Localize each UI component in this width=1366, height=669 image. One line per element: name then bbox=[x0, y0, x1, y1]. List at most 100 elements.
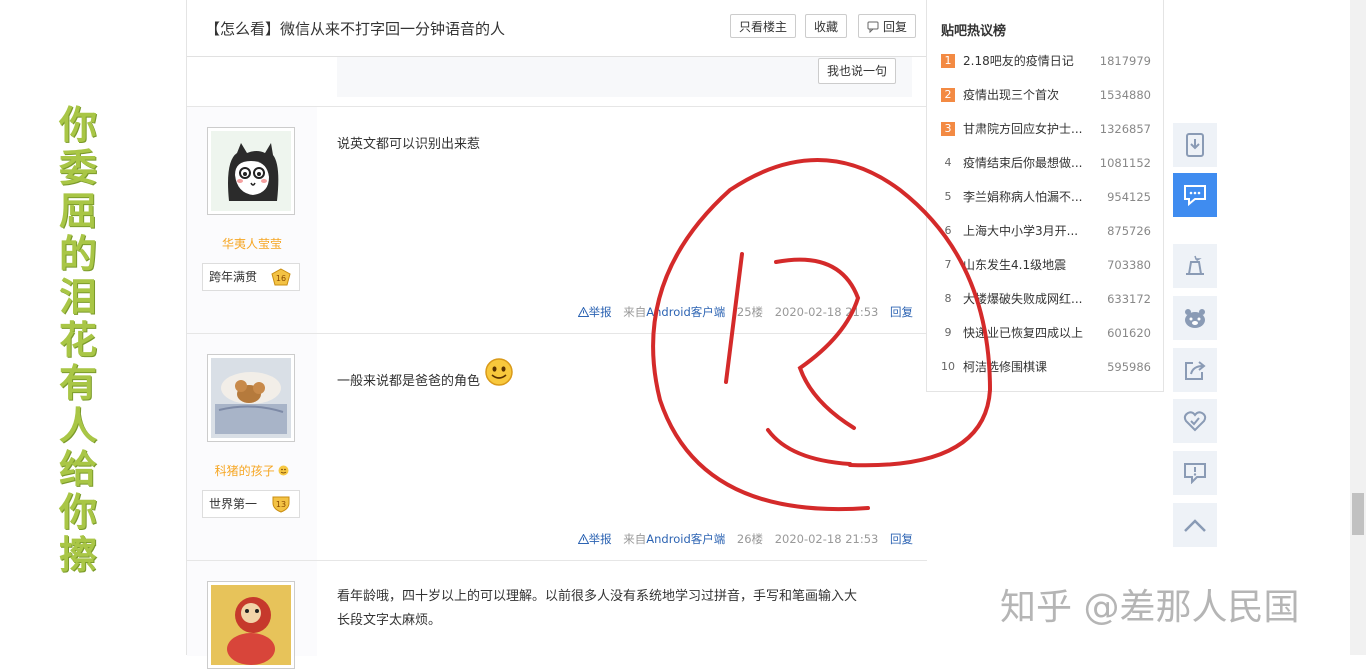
favorite-button[interactable]: 收藏 bbox=[805, 14, 848, 38]
hot-rank: 6 bbox=[944, 224, 952, 237]
post-text: 一般来说都是爸爸的角色 bbox=[337, 374, 481, 389]
hot-rank: 10 bbox=[941, 360, 955, 373]
avatar[interactable] bbox=[207, 127, 295, 215]
post-author-column: 华夷人莹莹 跨年满贯 16 bbox=[187, 107, 317, 334]
hot-list-item[interactable]: 4 疫情结束后你最想做... 1081152 bbox=[941, 154, 1152, 174]
member-badge: 世界第一 13 bbox=[202, 490, 300, 518]
report-float-button[interactable] bbox=[1173, 451, 1217, 495]
comment-float-button[interactable] bbox=[1173, 173, 1217, 217]
username-label: 科猪的孩子 bbox=[214, 464, 275, 478]
post-reply-link[interactable]: 回复 bbox=[890, 305, 913, 319]
share-button[interactable] bbox=[1173, 348, 1217, 392]
magic-tool-button[interactable] bbox=[1173, 244, 1217, 288]
hot-topic-text[interactable]: 甘肃院方回应女护士... bbox=[963, 120, 1082, 138]
source-link[interactable]: Android客户端 bbox=[646, 305, 725, 319]
level-number: 16 bbox=[276, 274, 286, 283]
hot-count: 1326857 bbox=[1099, 122, 1151, 136]
hot-list-item[interactable]: 8 大楼爆破失败成网红... 633172 bbox=[941, 290, 1152, 310]
hot-list-item[interactable]: 6 上海大中小学3月开... 875726 bbox=[941, 222, 1152, 242]
thread-header: 【怎么看】微信从来不打字回一分钟语音的人 只看楼主 收藏 回复 bbox=[187, 0, 927, 57]
badge-label: 跨年满贯 bbox=[209, 270, 258, 284]
hot-topic-text[interactable]: 李兰娟称病人怕漏不... bbox=[963, 188, 1082, 206]
post-time: 2020-02-18 21:53 bbox=[774, 305, 879, 319]
report-link[interactable]: 举报 bbox=[577, 532, 616, 546]
floor-number: 26楼 bbox=[736, 532, 764, 546]
post-author-column: 科猪的孩子 世界第一 13 bbox=[187, 334, 317, 561]
hot-list-item[interactable]: 5 李兰娟称病人怕漏不... 954125 bbox=[941, 188, 1152, 208]
share-icon bbox=[1185, 361, 1206, 380]
hot-topic-text[interactable]: 快递业已恢复四成以上 bbox=[963, 324, 1083, 342]
hot-count: 954125 bbox=[1107, 190, 1151, 204]
post-floor-27: 看年龄哦，四十岁以上的可以理解。以前很多人没有系统地学习过拼音，手写和笔画输入大… bbox=[187, 560, 927, 669]
hot-count: 1081152 bbox=[1099, 156, 1151, 170]
hot-topic-text[interactable]: 柯洁选修围棋课 bbox=[963, 358, 1047, 376]
hot-rank: 8 bbox=[944, 292, 952, 305]
hot-rank: 7 bbox=[944, 258, 952, 271]
download-app-button[interactable] bbox=[1173, 123, 1217, 167]
badge-label: 世界第一 bbox=[209, 497, 258, 511]
scrollbar-thumb[interactable] bbox=[1352, 493, 1364, 535]
post-reply-link[interactable]: 回复 bbox=[890, 532, 913, 546]
warning-icon bbox=[577, 306, 589, 317]
post-author-column bbox=[187, 561, 317, 669]
hot-topic-text[interactable]: 疫情出现三个首次 bbox=[963, 86, 1059, 104]
source-link[interactable]: Android客户端 bbox=[646, 532, 725, 546]
hot-count: 1817979 bbox=[1099, 54, 1151, 68]
hot-list-item[interactable]: 3 甘肃院方回应女护士... 1326857 bbox=[941, 120, 1151, 140]
username[interactable]: 华夷人莹莹 bbox=[187, 235, 317, 252]
hot-count: 875726 bbox=[1107, 224, 1151, 238]
post-floor-26: 科猪的孩子 世界第一 13 一般来说都是爸爸的角色 举报 来自Android客户… bbox=[187, 333, 927, 561]
like-button[interactable] bbox=[1173, 399, 1217, 443]
hot-list-item[interactable]: 1 2.18吧友的疫情日记 1817979 bbox=[941, 52, 1151, 72]
hot-rank: 5 bbox=[944, 190, 952, 203]
post-time: 2020-02-18 21:53 bbox=[774, 532, 879, 546]
report-label: 举报 bbox=[588, 305, 612, 319]
smiley-emoji-icon bbox=[485, 358, 513, 386]
hot-rank: 1 bbox=[941, 54, 955, 68]
heart-icon bbox=[1183, 411, 1207, 432]
hot-list-item[interactable]: 2 疫情出现三个首次 1534880 bbox=[941, 86, 1151, 106]
level-badge-icon: 13 bbox=[272, 496, 290, 513]
back-to-top-icon bbox=[1184, 519, 1206, 532]
only-op-button[interactable]: 只看楼主 bbox=[730, 14, 797, 38]
hot-list-item[interactable]: 10 柯洁选修围棋课 595986 bbox=[941, 358, 1151, 378]
post-floor-25: 华夷人莹莹 跨年满贯 16 说英文都可以识别出来惹 举报 来自Android客户… bbox=[187, 106, 927, 334]
cat-avatar-icon bbox=[211, 131, 291, 211]
thread-title: 【怎么看】微信从来不打字回一分钟语音的人 bbox=[205, 20, 506, 38]
report-link[interactable]: 举报 bbox=[577, 305, 616, 319]
post-text-line-2: 长段文字太麻烦。 bbox=[337, 613, 442, 628]
hot-rank: 2 bbox=[941, 88, 955, 102]
post-text-line-1: 看年龄哦，四十岁以上的可以理解。以前很多人没有系统地学习过拼音，手写和笔画输入大 bbox=[337, 589, 858, 604]
hot-rank: 4 bbox=[944, 156, 952, 169]
side-caption: 你委屈的泪花有人给你擦 bbox=[58, 103, 97, 577]
post-meta: 举报 来自Android客户端 25楼 2020-02-18 21:53 回复 bbox=[577, 304, 913, 320]
mascot-button[interactable] bbox=[1173, 296, 1217, 340]
hot-rank: 3 bbox=[941, 122, 955, 136]
avatar[interactable] bbox=[207, 354, 295, 442]
hot-topic-text[interactable]: 2.18吧友的疫情日记 bbox=[963, 52, 1074, 70]
report-icon bbox=[1184, 463, 1206, 484]
hot-topic-text[interactable]: 山东发生4.1级地震 bbox=[963, 256, 1066, 274]
emoji-icon bbox=[278, 465, 289, 476]
hot-list-panel: 贴吧热议榜 1 2.18吧友的疫情日记 1817979 2 疫情出现三个首次 153488… bbox=[926, 0, 1164, 392]
page-scrollbar[interactable] bbox=[1350, 0, 1366, 655]
avatar[interactable] bbox=[207, 581, 295, 669]
mouse-avatar-icon bbox=[211, 358, 291, 438]
speak-button[interactable]: 我也说一句 bbox=[817, 58, 896, 84]
hot-topic-text[interactable]: 上海大中小学3月开... bbox=[963, 222, 1078, 240]
post-meta: 举报 来自Android客户端 26楼 2020-02-18 21:53 回复 bbox=[577, 531, 913, 547]
back-to-top-button[interactable] bbox=[1173, 503, 1217, 547]
hot-list-title: 贴吧热议榜 bbox=[941, 24, 1007, 39]
hot-list-item[interactable]: 7 山东发生4.1级地震 703380 bbox=[941, 256, 1152, 276]
warning-icon bbox=[577, 533, 589, 544]
username[interactable]: 科猪的孩子 bbox=[187, 462, 317, 479]
hot-list-item[interactable]: 9 快递业已恢复四成以上 601620 bbox=[941, 324, 1152, 344]
source-prefix: 来自 bbox=[623, 305, 647, 319]
hot-rank: 9 bbox=[944, 326, 952, 339]
hot-topic-text[interactable]: 疫情结束后你最想做... bbox=[963, 154, 1082, 172]
watermark: 知乎 @差那人民国 bbox=[1000, 587, 1300, 628]
hot-count: 633172 bbox=[1107, 292, 1151, 306]
hot-topic-text[interactable]: 大楼爆破失败成网红... bbox=[963, 290, 1082, 308]
reply-button[interactable]: 回复 bbox=[858, 14, 917, 38]
member-badge: 跨年满贯 16 bbox=[202, 263, 300, 291]
